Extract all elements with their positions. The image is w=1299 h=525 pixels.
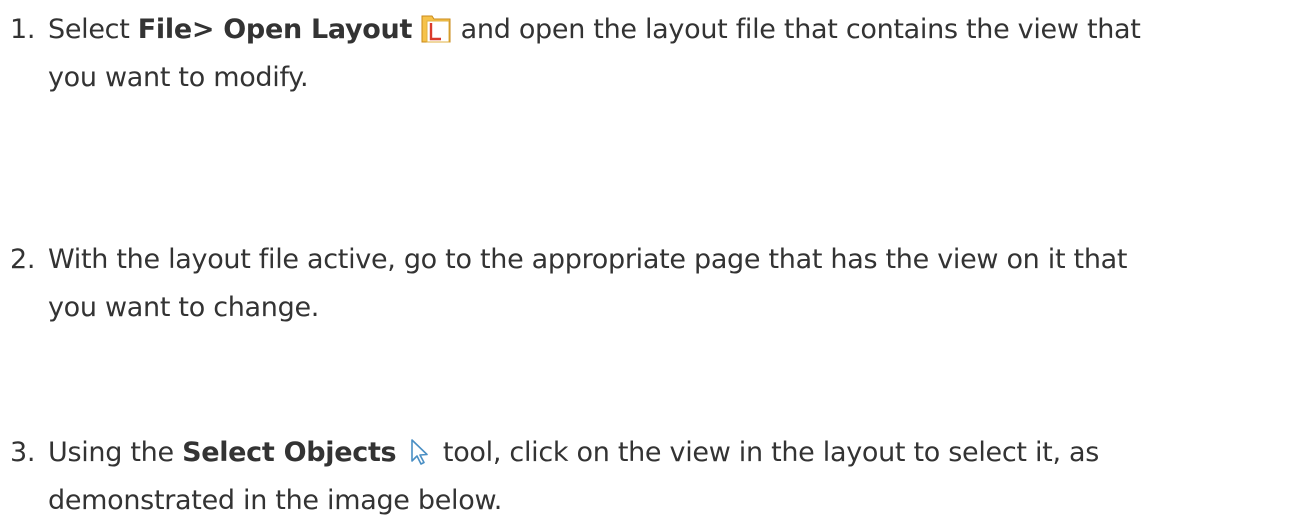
step-2-line-1: 2. With the layout file active, go to the… [10, 236, 1290, 284]
step-1-line-1: 1. Select File> Open Layout and open the … [10, 6, 1290, 54]
step-number: 1. [10, 14, 36, 45]
instruction-step-3: 3. Using the Select Objects tool, click o… [10, 429, 1290, 525]
select-objects-arrow-icon [405, 437, 435, 467]
tool-name-label: Select Objects [182, 437, 397, 468]
step-text: Select [48, 14, 138, 45]
instruction-step-1: 1. Select File> Open Layout and open the … [10, 6, 1290, 102]
step-text: With the layout file active, go to the a… [48, 244, 1128, 275]
step-text: Using the [48, 437, 183, 468]
step-number: 3. [10, 437, 36, 468]
step-2-continuation: you want to change. [48, 292, 320, 323]
open-layout-icon [420, 12, 452, 44]
menu-command-label: File> Open Layout [137, 14, 413, 45]
step-text-after: and open the layout file that contains t… [452, 14, 1141, 45]
step-1-continuation: you want to modify. [48, 62, 309, 93]
step-3-line-1: 3. Using the Select Objects tool, click o… [10, 429, 1290, 477]
step-number: 2. [10, 244, 36, 275]
step-text-after: tool, click on the view in the layout to… [434, 437, 1100, 468]
instruction-step-2: 2. With the layout file active, go to the… [10, 236, 1290, 332]
step-3-continuation: demonstrated in the image below. [48, 485, 503, 516]
